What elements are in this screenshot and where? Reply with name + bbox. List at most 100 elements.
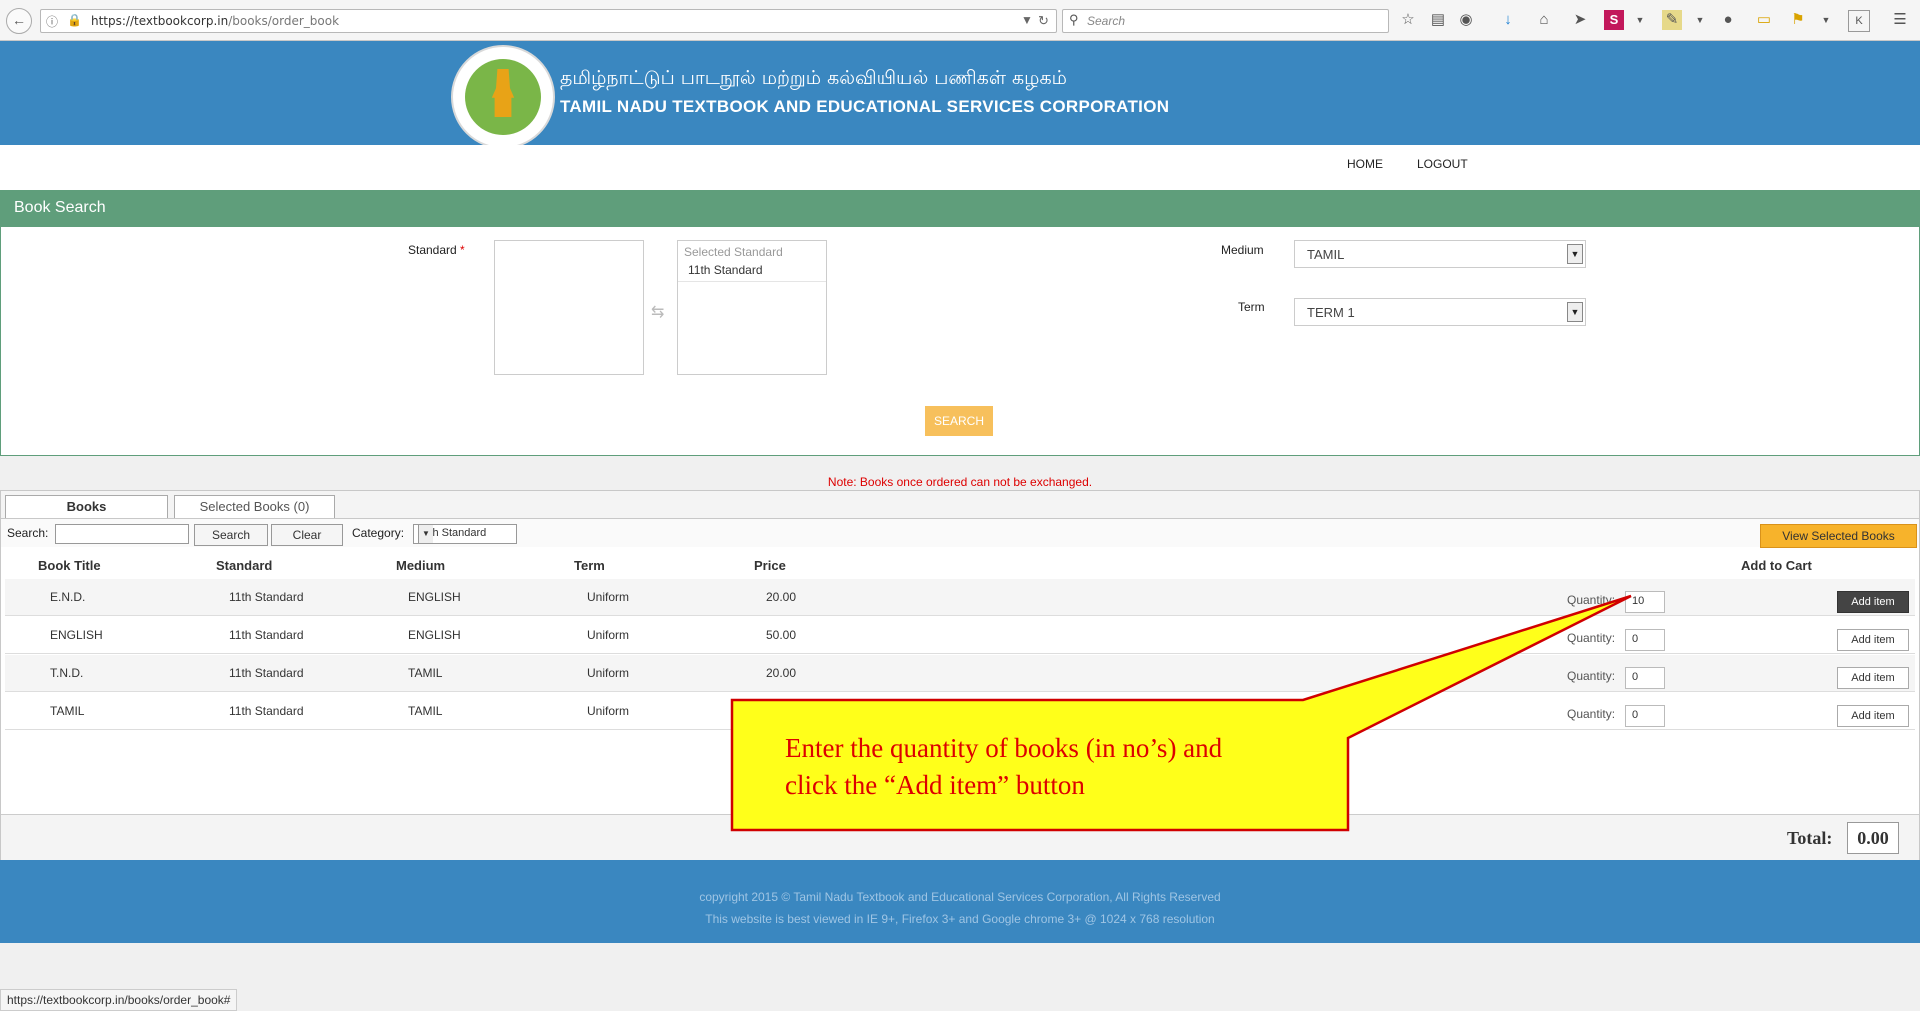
book-standard: 11th Standard	[229, 704, 304, 718]
reload-icon[interactable]: ↻	[1038, 13, 1049, 29]
extension-k-icon[interactable]: K	[1848, 10, 1870, 32]
quantity-label: Quantity:	[1567, 669, 1616, 683]
book-title: TAMIL	[50, 704, 85, 718]
selected-standard-list[interactable]: Selected Standard 11th Standard	[677, 240, 827, 375]
books-search-button[interactable]: Search	[194, 524, 268, 546]
clear-button[interactable]: Clear	[271, 524, 343, 546]
book-price: 50.00	[766, 628, 797, 642]
books-tabs: Books Selected Books (0)	[1, 491, 1919, 519]
col-medium: Medium	[396, 558, 446, 573]
view-selected-books-button[interactable]: View Selected Books	[1760, 524, 1917, 548]
medium-value: TAMIL	[1307, 247, 1345, 262]
nav-home-link[interactable]: HOME	[1347, 157, 1383, 171]
url-text: https://textbookcorp.in/books/order_book	[91, 14, 339, 28]
quantity-input[interactable]: 0	[1625, 667, 1665, 689]
table-row: ENGLISH 11th Standard ENGLISH Uniform 50…	[5, 617, 1915, 654]
quantity-input[interactable]: 0	[1625, 629, 1665, 651]
total-bar: Total: 0.00	[1, 814, 1919, 861]
pen-tool-icon[interactable]: ✎	[1662, 10, 1682, 30]
bookmark-star-icon[interactable]: ☆	[1398, 10, 1418, 30]
header-title-english: TAMIL NADU TEXTBOOK AND EDUCATIONAL SERV…	[560, 97, 1170, 116]
url-path: /books/order_book	[228, 14, 340, 28]
add-item-button[interactable]: Add item	[1837, 591, 1909, 613]
required-mark: *	[460, 243, 465, 257]
pocket-icon[interactable]: ◉	[1456, 10, 1476, 30]
exchange-note: Note: Books once ordered can not be exch…	[827, 475, 1093, 489]
book-medium: ENGLISH	[408, 590, 461, 604]
books-search-label: Search:	[7, 526, 49, 540]
book-term: Uniform	[587, 704, 630, 718]
tab-books[interactable]: Books	[5, 495, 168, 518]
browser-search-bar[interactable]: ⚲ Search	[1062, 9, 1389, 33]
main-nav: HOME LOGOUT	[0, 145, 1920, 190]
standard-label: Standard *	[408, 243, 465, 257]
info-icon[interactable]: ⓘ	[46, 13, 58, 30]
col-price: Price	[754, 558, 786, 573]
extension-s-icon[interactable]: S	[1604, 10, 1624, 30]
menu-icon[interactable]: ☰	[1890, 10, 1910, 30]
category-select[interactable]: 11th Standard ▼	[413, 524, 517, 544]
selected-standard-header: Selected Standard	[684, 245, 783, 259]
back-icon[interactable]: ←	[6, 8, 32, 34]
medium-select[interactable]: TAMIL ▼	[1294, 240, 1586, 268]
search-button[interactable]: SEARCH	[925, 406, 993, 436]
add-item-button[interactable]: Add item	[1837, 629, 1909, 651]
book-title: E.N.D.	[50, 590, 86, 604]
quantity-label: Quantity:	[1567, 631, 1616, 645]
col-add-to-cart: Add to Cart	[1741, 558, 1812, 573]
emblem-logo	[451, 45, 555, 149]
chevron-down-icon[interactable]: ▼	[1816, 10, 1836, 30]
quantity-label: Quantity:	[1567, 707, 1616, 721]
site-header: தமிழ்நாட்டுப் பாடநூல் மற்றும் கல்வியியல்…	[0, 41, 1920, 149]
table-row: TAMIL 11th Standard TAMIL Uniform Quanti…	[5, 693, 1915, 730]
dropdown-icon[interactable]: ▼	[1021, 13, 1033, 27]
quantity-value: 0	[1632, 671, 1639, 683]
book-medium: TAMIL	[408, 666, 443, 680]
status-bar-url: https://textbookcorp.in/books/order_book…	[0, 989, 238, 1011]
reading-list-icon[interactable]: ▤	[1428, 10, 1448, 30]
book-title: T.N.D.	[50, 666, 84, 680]
selected-standard-item[interactable]: 11th Standard	[688, 263, 763, 277]
chevron-down-icon[interactable]: ▼	[1567, 244, 1583, 264]
term-select[interactable]: TERM 1 ▼	[1294, 298, 1586, 326]
footer-copyright: copyright 2015 © Tamil Nadu Textbook and…	[699, 890, 1221, 904]
note-icon[interactable]: ▭	[1754, 10, 1774, 30]
quantity-input[interactable]: 0	[1625, 705, 1665, 727]
home-icon[interactable]: ⌂	[1534, 10, 1554, 30]
callout-line-2: click the “Add item” button	[785, 770, 1085, 800]
available-standard-list[interactable]	[494, 240, 644, 375]
list-divider	[678, 281, 826, 282]
quantity-input[interactable]: 10	[1625, 591, 1665, 613]
callout-text: Enter the quantity of books (in no’s) an…	[785, 730, 1325, 804]
book-standard: 11th Standard	[229, 628, 304, 642]
col-term: Term	[574, 558, 605, 573]
chevron-down-icon[interactable]: ▼	[1567, 302, 1583, 322]
quantity-label: Quantity:	[1567, 593, 1616, 607]
book-term: Uniform	[587, 666, 630, 680]
add-item-button[interactable]: Add item	[1837, 667, 1909, 689]
chevron-down-icon[interactable]: ▼	[418, 525, 433, 543]
books-search-input[interactable]	[55, 524, 189, 544]
category-label: Category:	[352, 526, 405, 540]
chevron-down-icon[interactable]: ▼	[1690, 10, 1710, 30]
col-standard: Standard	[216, 558, 273, 573]
address-bar[interactable]: ⓘ 🔒 https://textbookcorp.in/books/order_…	[40, 9, 1057, 33]
table-row: E.N.D. 11th Standard ENGLISH Uniform 20.…	[5, 579, 1915, 616]
url-host: https://textbookcorp.in	[91, 14, 229, 28]
nav-logout-link[interactable]: LOGOUT	[1417, 157, 1468, 171]
book-term: Uniform	[587, 590, 630, 604]
chat-icon[interactable]: ●	[1718, 10, 1738, 30]
download-icon[interactable]: ↓	[1498, 10, 1518, 30]
callout-line-1: Enter the quantity of books (in no’s) an…	[785, 733, 1223, 763]
tab-selected-books[interactable]: Selected Books (0)	[174, 495, 335, 518]
swap-arrows-icon[interactable]: ⇆	[651, 302, 664, 322]
book-price: 20.00	[766, 666, 797, 680]
chevron-down-icon[interactable]: ▼	[1630, 10, 1650, 30]
send-icon[interactable]: ➤	[1570, 10, 1590, 30]
medium-label: Medium	[1221, 243, 1264, 257]
add-item-button[interactable]: Add item	[1837, 705, 1909, 727]
books-panel: Books Selected Books (0) Search: Search …	[0, 490, 1920, 862]
emblem-inner	[465, 59, 541, 135]
flag-icon[interactable]: ⚑	[1788, 10, 1808, 30]
book-standard: 11th Standard	[229, 666, 304, 680]
